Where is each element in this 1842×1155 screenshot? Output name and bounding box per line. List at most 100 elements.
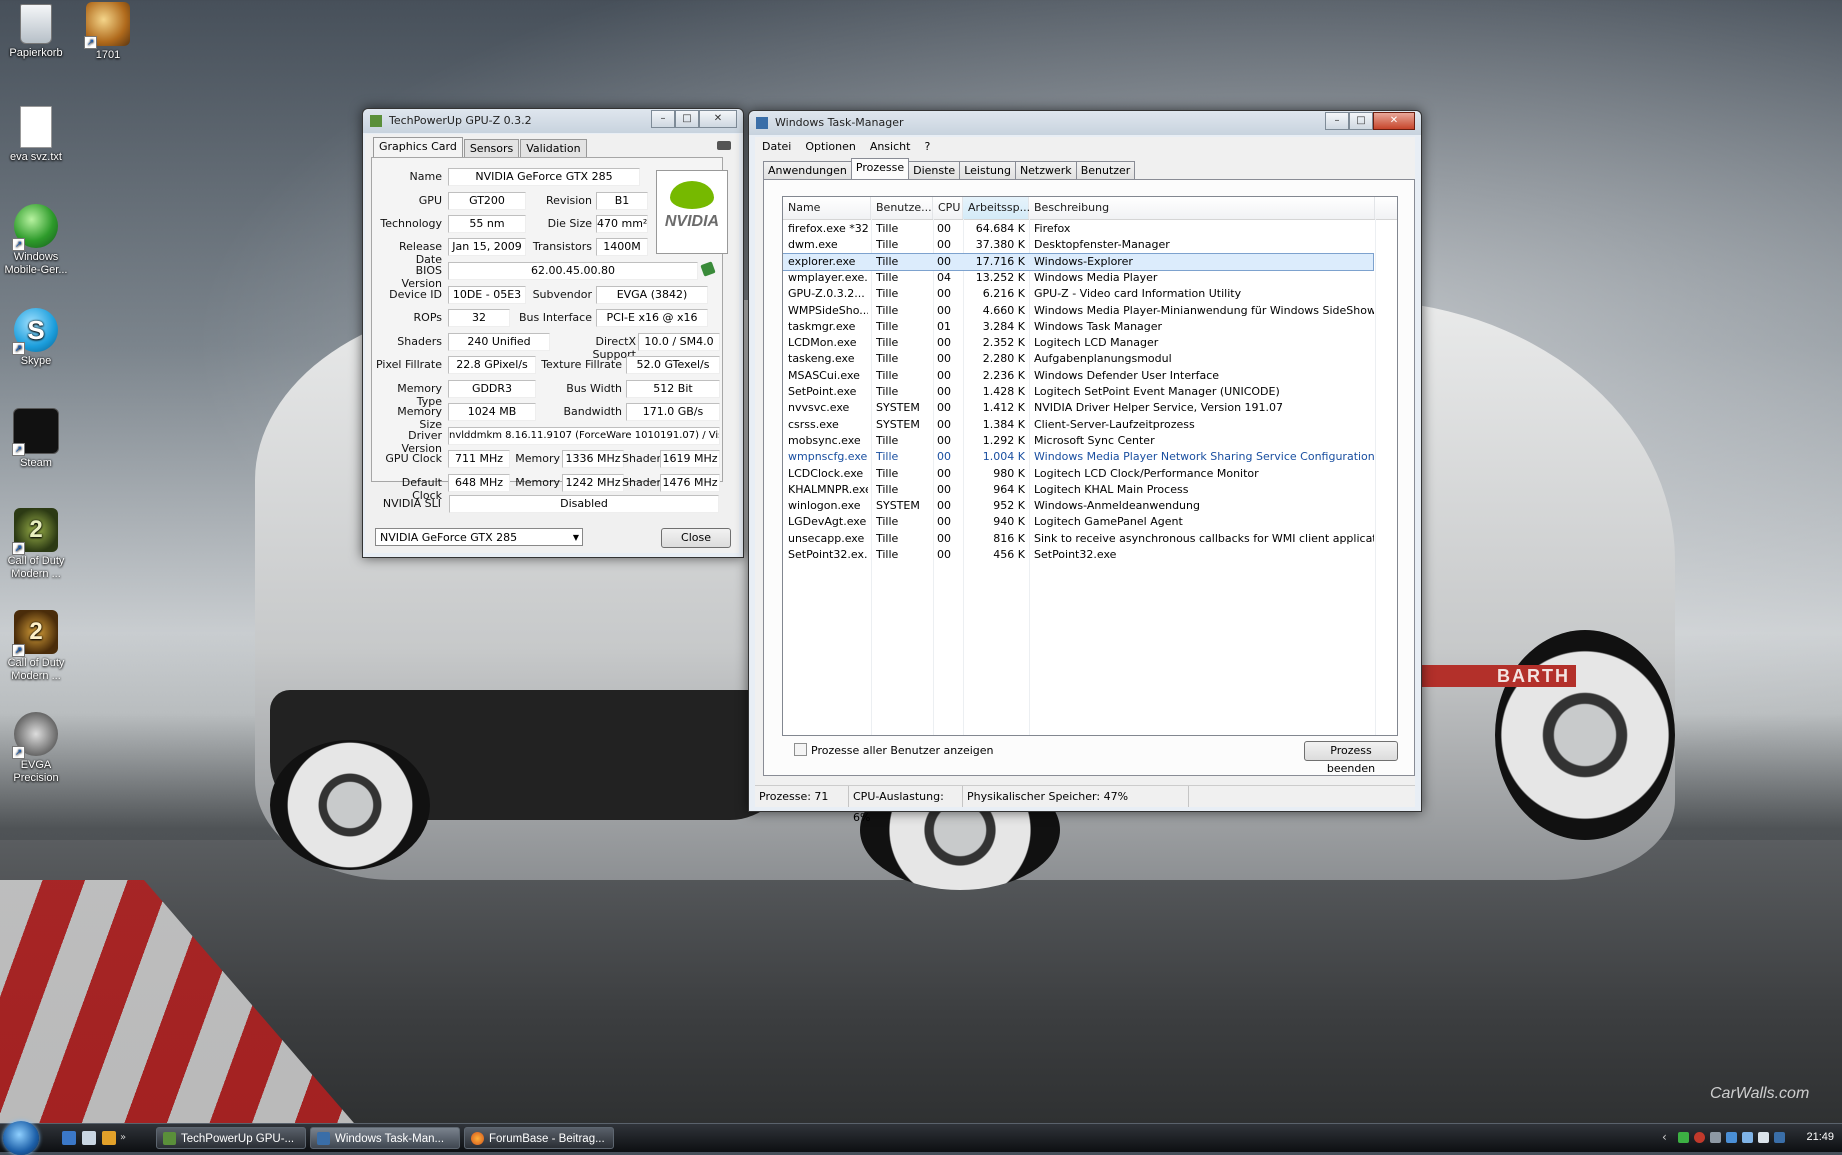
desktop-icon-text-file[interactable]: eva svz.txt <box>0 106 72 164</box>
label-bandwidth: Bandwidth <box>563 405 622 418</box>
show-desktop-icon[interactable] <box>62 1131 76 1145</box>
process-cpu-cell: 00 <box>937 385 951 398</box>
desktop-icon-cod-mw2-b[interactable]: 2 Call of Duty Modern ... <box>0 610 72 683</box>
process-cpu-cell: 00 <box>937 222 951 235</box>
network-icon[interactable] <box>1726 1132 1737 1143</box>
process-cpu-cell: 04 <box>937 270 951 284</box>
process-name-cell: csrss.exe <box>788 417 839 431</box>
table-row[interactable]: MSASCui.exe Tille 00 2.236 K Windows Defende… <box>783 368 1373 384</box>
gpuz-window[interactable]: TechPowerUp GPU-Z 0.3.2 – □ ✕ Graphics C… <box>362 108 744 558</box>
menu-optionen[interactable]: Optionen <box>798 137 862 153</box>
security-icon[interactable] <box>1694 1132 1705 1143</box>
table-row[interactable]: unsecapp.exe Tille 00 816 K Sink to receive … <box>783 531 1374 547</box>
show-all-users-checkbox[interactable]: Prozesse aller Benutzer anzeigen <box>794 743 994 757</box>
process-mem-cell: 1.412 K <box>982 401 1025 415</box>
tray-expand-icon[interactable]: ‹ <box>1662 1130 1667 1144</box>
menu-help[interactable]: ? <box>917 137 937 153</box>
checkbox-box[interactable] <box>794 743 807 756</box>
table-row[interactable]: explorer.exe Tille 00 17.716 K Windows-Explo… <box>783 252 1374 271</box>
desktop-icon-1701[interactable]: 1701 <box>72 2 144 62</box>
switch-windows-icon[interactable] <box>82 1131 96 1145</box>
maximize-button[interactable]: □ <box>1349 112 1373 130</box>
close-window-button[interactable]: ✕ <box>1373 112 1415 130</box>
column-header-description[interactable]: Beschreibung <box>1029 197 1375 219</box>
end-process-button[interactable]: Prozess beenden <box>1304 741 1398 775</box>
desktop-icon-windows-mobile[interactable]: Windows Mobile-Ger... <box>0 204 72 277</box>
camera-icon[interactable] <box>717 141 731 150</box>
table-row[interactable]: wmplayer.exe... Tille 04 13.252 K Windows Me… <box>783 270 1373 286</box>
desktop-icon-steam[interactable]: Steam <box>0 408 72 470</box>
column-header-memory[interactable]: Arbeitssp... <box>963 197 1030 219</box>
table-row[interactable]: LGDevAgt.exe Tille 00 940 K Logitech GamePan… <box>783 514 1373 530</box>
value-gpu-clock: 711 MHz <box>448 450 510 468</box>
clock[interactable]: 21:49 <box>1806 1131 1834 1143</box>
tab-graphics-card[interactable]: Graphics Card <box>373 137 463 157</box>
tab-netzwerk[interactable]: Netzwerk <box>1014 161 1077 179</box>
battery-icon[interactable] <box>1678 1132 1689 1143</box>
process-user-cell: Tille <box>876 450 899 464</box>
table-row[interactable]: mobsync.exe Tille 00 1.292 K Microsoft Sync … <box>783 433 1373 449</box>
process-cpu-cell: 01 <box>937 319 951 333</box>
start-button[interactable] <box>3 1121 39 1155</box>
process-cpu-cell: 00 <box>937 417 951 431</box>
table-row[interactable]: LCDMon.exe Tille 00 2.352 K Logitech LCD Man… <box>783 335 1373 351</box>
tab-benutzer[interactable]: Benutzer <box>1075 161 1136 179</box>
bios-save-icon[interactable] <box>700 261 716 277</box>
desktop-icon-evga-precision[interactable]: EVGA Precision <box>0 712 72 785</box>
table-row[interactable]: WMPSideSho... Tille 00 4.660 K Windows Media… <box>783 303 1374 319</box>
bluetooth-icon[interactable] <box>1742 1132 1753 1143</box>
table-row[interactable]: KHALMNPR.exe Tille 00 964 K Logitech KHAL Ma… <box>783 482 1373 498</box>
tab-dienste[interactable]: Dienste <box>908 161 961 179</box>
maximize-button[interactable]: □ <box>675 110 699 128</box>
taskmanager-titlebar[interactable]: Windows Task-Manager – □ ✕ <box>749 111 1421 135</box>
taskbar-button-taskmanager[interactable]: Windows Task-Man... <box>310 1127 460 1149</box>
close-button[interactable]: Close <box>661 528 731 548</box>
logitech-icon[interactable] <box>1710 1132 1721 1143</box>
label-release-date: Release Date <box>399 240 442 266</box>
table-row[interactable]: taskmgr.exe Tille 01 3.284 K Windows Task Ma… <box>783 319 1373 335</box>
value-default-memory: 1242 MHz <box>562 474 624 492</box>
desktop-icon-recycle-bin[interactable]: Papierkorb <box>0 4 72 60</box>
table-row[interactable]: taskeng.exe Tille 00 2.280 K Aufgabenplanung… <box>783 351 1373 367</box>
taskmanager-window[interactable]: Windows Task-Manager – □ ✕ Datei Optionen… <box>748 110 1422 824</box>
desktop-icon-cod-mw2-a[interactable]: 2 Call of Duty Modern ... <box>0 508 72 581</box>
media-player-icon[interactable] <box>102 1131 116 1145</box>
column-header-cpu[interactable]: CPU <box>933 197 963 219</box>
process-user-cell: SYSTEM <box>876 499 920 513</box>
close-window-button[interactable]: ✕ <box>699 110 737 128</box>
table-row[interactable]: nvvsvc.exe SYSTEM 00 1.412 K NVIDIA Driver H… <box>783 400 1373 416</box>
menu-datei[interactable]: Datei <box>755 137 798 153</box>
gpuz-titlebar[interactable]: TechPowerUp GPU-Z 0.3.2 – □ ✕ <box>363 109 743 133</box>
tab-sensors[interactable]: Sensors <box>463 139 520 157</box>
table-row[interactable]: GPU-Z.0.3.2... Tille 00 6.216 K GPU-Z - Vide… <box>783 286 1373 302</box>
process-user-cell: SYSTEM <box>876 401 920 415</box>
tab-prozesse[interactable]: Prozesse <box>850 158 910 179</box>
process-list[interactable]: Name Benutze... CPU Arbeitssp... Beschre… <box>782 196 1398 736</box>
table-row[interactable]: SetPoint.exe Tille 00 1.428 K Logitech SetPo… <box>783 384 1373 400</box>
table-row[interactable]: wmpnscfg.exe Tille 00 1.004 K Windows Media … <box>783 449 1374 465</box>
table-row[interactable]: SetPoint32.ex... Tille 00 456 K SetPoint32.e… <box>783 547 1373 563</box>
volume-icon[interactable] <box>1758 1132 1769 1143</box>
table-row[interactable]: firefox.exe *32 Tille 00 64.684 K Firefox <box>783 221 1373 237</box>
desktop-icon-skype[interactable]: S Skype <box>0 308 72 368</box>
taskmanager-tray-icon[interactable] <box>1774 1132 1785 1143</box>
tab-validation[interactable]: Validation <box>520 139 587 157</box>
column-header-user[interactable]: Benutze... <box>871 197 933 219</box>
process-name-cell: wmplayer.exe... <box>788 270 868 284</box>
table-row[interactable]: dwm.exe Tille 00 37.380 K Desktopfenster-Man… <box>783 237 1373 253</box>
taskbar-button-firefox[interactable]: ForumBase - Beitrag... <box>464 1127 614 1149</box>
tab-leistung[interactable]: Leistung <box>959 161 1016 179</box>
menu-ansicht[interactable]: Ansicht <box>863 137 918 153</box>
minimize-button[interactable]: – <box>651 110 675 128</box>
table-row[interactable]: LCDClock.exe Tille 00 980 K Logitech LCD Clo… <box>783 466 1373 482</box>
quicklaunch-overflow-icon[interactable]: » <box>120 1131 130 1145</box>
process-list-header: Name Benutze... CPU Arbeitssp... Beschre… <box>783 197 1397 220</box>
table-row[interactable]: winlogon.exe SYSTEM 00 952 K Windows-Anmelde… <box>783 498 1373 514</box>
card-select-dropdown[interactable]: NVIDIA GeForce GTX 285 ▼ <box>375 528 583 546</box>
process-name-cell: explorer.exe <box>788 254 856 268</box>
tab-anwendungen[interactable]: Anwendungen <box>763 161 852 179</box>
taskbar-button-gpuz[interactable]: TechPowerUp GPU-... <box>156 1127 306 1149</box>
column-header-name[interactable]: Name <box>783 197 871 219</box>
minimize-button[interactable]: – <box>1325 112 1349 130</box>
table-row[interactable]: csrss.exe SYSTEM 00 1.384 K Client-Server-La… <box>783 417 1373 433</box>
